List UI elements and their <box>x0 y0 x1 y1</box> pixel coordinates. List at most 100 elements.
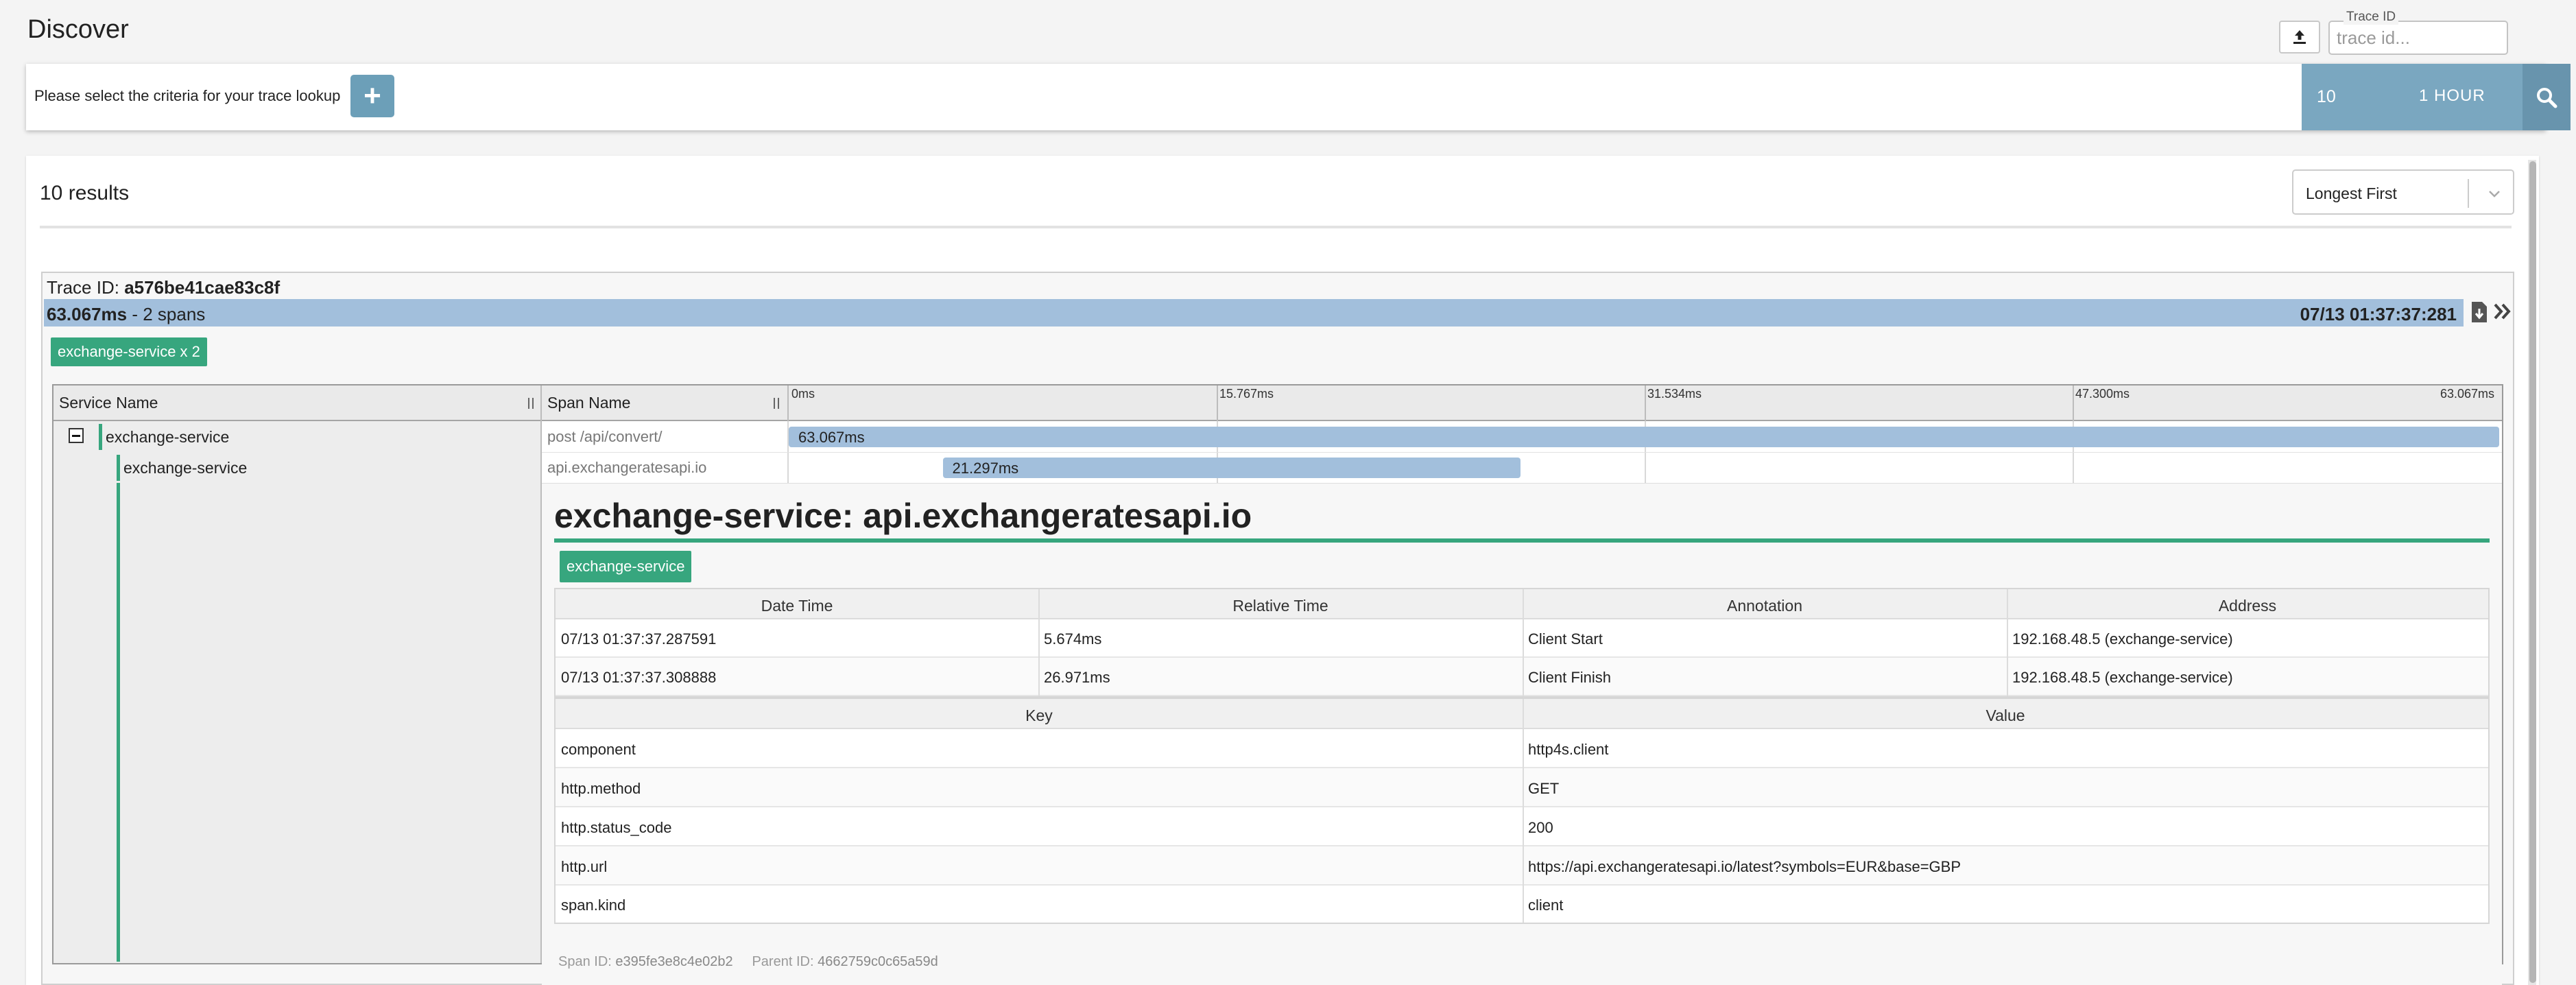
timeline-tick-divider <box>1645 385 1646 421</box>
tag-value: GET <box>1528 780 1560 797</box>
service-color-bar <box>99 424 102 450</box>
trace-id-label: Trace ID: <box>47 277 119 298</box>
tag-row: component http4s.client <box>556 729 2488 768</box>
service-column-background <box>53 421 542 963</box>
page-title: Discover <box>27 15 129 44</box>
span-duration-label: 21.297ms <box>952 460 1019 477</box>
annotation-relative-time: 26.971ms <box>1044 669 1110 686</box>
span-row[interactable]: exchange-service post /api/convert/ 63.0… <box>53 421 2502 452</box>
annotation-row: 07/13 01:37:37.287591 5.674ms Client Sta… <box>556 619 2488 658</box>
trace-id-label: Trace ID <box>2344 10 2399 25</box>
span-id-label: Span ID: <box>558 954 612 969</box>
annotation-address: 192.168.48.5 (exchange-service) <box>2012 669 2233 686</box>
trace-id-value: a576be41cae83c8f <box>124 277 281 298</box>
plus-icon: + <box>363 79 381 112</box>
column-span-name: Span Name <box>547 394 631 412</box>
tag-key: component <box>561 741 636 758</box>
timeline-tick-label: 47.300ms <box>2075 387 2130 401</box>
span-duration-bar[interactable] <box>789 427 2499 447</box>
column-divider <box>540 385 542 421</box>
tags-table: Key Value component http4s.client http.m… <box>554 698 2490 924</box>
annotation-date-time: 07/13 01:37:37.287591 <box>561 630 717 648</box>
trace-id-line: Trace ID: a576be41cae83c8f <box>47 277 280 298</box>
tag-row: http.status_code 200 <box>556 807 2488 846</box>
span-detail-title: exchange-service: api.exchangeratesapi.i… <box>554 497 1252 535</box>
resize-handle[interactable] <box>528 398 534 409</box>
title-underline <box>554 538 2490 543</box>
upload-button[interactable] <box>2279 21 2320 54</box>
trace-duration: 63.067ms <box>47 304 128 324</box>
trace-summary-bar[interactable]: 63.067ms - 2 spans 07/13 01:37:37:281 <box>44 299 2464 327</box>
tag-key: span.kind <box>561 897 626 914</box>
tag-key: http.method <box>561 780 641 797</box>
annotations-header: Date Time Relative Time Annotation Addre… <box>556 589 2488 619</box>
span-name: api.exchangeratesapi.io <box>547 459 707 476</box>
span-row[interactable]: exchange-service api.exchangeratesapi.io… <box>53 452 2502 483</box>
column-divider <box>1523 589 1524 696</box>
search-button[interactable] <box>2523 64 2571 130</box>
annotation-row: 07/13 01:37:37.308888 26.971ms Client Fi… <box>556 658 2488 696</box>
scrollbar-thumb[interactable] <box>2529 161 2536 983</box>
tag-row: span.kind client <box>556 886 2488 923</box>
span-table-header: Service Name Span Name 0ms 15.767ms 31.534… <box>53 385 2502 421</box>
header-value: Value <box>1985 707 2025 724</box>
criteria-prompt: Please select the criteria for your trac… <box>34 87 341 104</box>
trace-summary: 63.067ms - 2 spans <box>47 304 205 325</box>
timeline-tick-label: 0ms <box>791 387 815 401</box>
timeline-tick-label: 15.767ms <box>1219 387 1274 401</box>
tag-row: http.method GET <box>556 768 2488 807</box>
service-color-bar <box>117 455 120 481</box>
annotation-date-time: 07/13 01:37:37.308888 <box>561 669 717 686</box>
annotation-address: 192.168.48.5 (exchange-service) <box>2012 630 2233 648</box>
column-service-name: Service Name <box>59 394 158 412</box>
query-settings[interactable]: 10 1 HOUR <box>2302 64 2523 130</box>
lookback-value[interactable]: 1 HOUR <box>2419 86 2485 106</box>
span-service-name: exchange-service <box>106 428 230 446</box>
span-detail: exchange-service: api.exchangeratesapi.i… <box>542 483 2502 985</box>
double-chevron-right-icon[interactable] <box>2492 300 2513 322</box>
trace-id-input[interactable] <box>2328 21 2508 55</box>
span-name: post /api/convert/ <box>547 428 663 445</box>
annotation-value: Client Start <box>1528 630 1603 648</box>
span-duration-bar[interactable] <box>942 458 1521 478</box>
tags-header: Key Value <box>556 699 2488 729</box>
span-tree-guide <box>117 483 120 962</box>
search-icon <box>2537 87 2557 108</box>
span-duration-label: 63.067ms <box>798 429 865 446</box>
service-badge[interactable]: exchange-service x 2 <box>51 337 207 366</box>
sort-select[interactable]: Longest First <box>2292 169 2514 215</box>
span-service-name: exchange-service <box>123 459 248 477</box>
tag-key: http.url <box>561 858 608 875</box>
timeline-tick-divider <box>1217 385 1218 421</box>
chevron-down-icon <box>2489 191 2500 198</box>
results-count: 10 results <box>40 182 130 204</box>
resize-handle[interactable] <box>774 398 779 409</box>
tag-value: client <box>1528 897 1564 914</box>
span-service-badge: exchange-service <box>560 551 692 582</box>
span-id-value: e395fe3e8c4e02b2 <box>615 954 733 969</box>
column-divider <box>1523 699 1524 923</box>
annotation-value: Client Finish <box>1528 669 1612 686</box>
tag-row: http.url https://api.exchangeratesapi.io… <box>556 846 2488 886</box>
header-date-time: Date Time <box>761 597 833 615</box>
timeline-tick-label: 31.534ms <box>1647 387 1702 401</box>
collapse-icon[interactable] <box>69 428 84 443</box>
sort-value: Longest First <box>2306 185 2397 202</box>
timeline-tick-divider <box>2073 385 2074 421</box>
select-divider <box>2468 179 2469 208</box>
annotation-relative-time: 5.674ms <box>1044 630 1102 648</box>
annotations-table: Date Time Relative Time Annotation Addre… <box>554 588 2490 698</box>
column-divider <box>1038 589 1040 696</box>
download-icon[interactable] <box>2470 300 2488 324</box>
tag-value: 200 <box>1528 819 1553 836</box>
column-divider <box>2007 589 2008 696</box>
tag-value[interactable]: https://api.exchangeratesapi.io/latest?s… <box>1528 858 1961 876</box>
limit-value[interactable]: 10 <box>2317 87 2336 107</box>
header-relative-time: Relative Time <box>1232 597 1328 615</box>
add-criteria-button[interactable]: + <box>350 75 394 117</box>
timeline-tick-label: 63.067ms <box>2440 387 2495 401</box>
header-annotation: Annotation <box>1727 597 1802 615</box>
span-timeline: Service Name Span Name 0ms 15.767ms 31.534… <box>52 384 2503 985</box>
trace-id-lookup: Trace ID <box>2328 7 2508 55</box>
upload-icon <box>2293 30 2306 44</box>
